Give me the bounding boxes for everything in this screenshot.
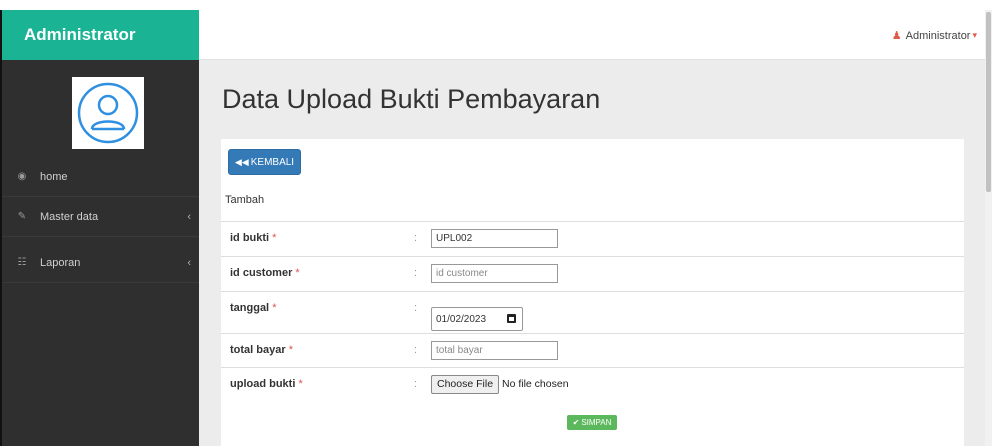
user-avatar-icon [77, 82, 139, 144]
edit-icon: ✎ [17, 211, 27, 222]
top-strip [0, 0, 992, 10]
scrollbar-thumb[interactable] [986, 12, 991, 192]
check-icon: ✔ [572, 418, 580, 427]
date-value: 01/02/2023 [436, 313, 487, 325]
save-button[interactable]: ✔ SIMPAN [567, 415, 617, 430]
field-colon: : [414, 378, 418, 390]
form-row-upload-bukti: upload bukti * : Choose File No file cho… [221, 367, 964, 407]
back-button[interactable]: ◀◀ KEMBALI [228, 149, 301, 175]
top-navbar: ♟ Administrator ▾ [199, 10, 985, 60]
sidebar-item-laporan[interactable]: ☷ Laporan ‹ [2, 243, 199, 283]
form-row-total-bayar: total bayar * : [221, 333, 964, 369]
id-bukti-input[interactable] [431, 229, 558, 248]
field-colon: : [414, 344, 418, 356]
sidebar-item-label: Laporan [40, 256, 81, 269]
calendar-icon[interactable] [507, 314, 516, 323]
form-row-id-bukti: id bukti * : [221, 221, 964, 257]
user-icon: ♟ [891, 30, 902, 42]
caret-down-icon: ▾ [972, 30, 977, 40]
dashboard-icon: ◉ [17, 171, 27, 182]
chevron-left-icon: ‹ [187, 210, 191, 223]
user-menu[interactable]: ♟ Administrator ▾ [891, 29, 977, 43]
page-title: Data Upload Bukti Pembayaran [222, 84, 601, 114]
field-label: id customer * [230, 267, 300, 279]
user-menu-label: Administrator [905, 29, 971, 42]
brand-logo[interactable]: Administrator [0, 10, 199, 60]
field-label: total bayar * [230, 344, 293, 356]
save-button-label: SIMPAN [581, 418, 612, 427]
form-panel: ◀◀ KEMBALI Tambah id bukti * : id custom… [221, 139, 964, 446]
field-colon: : [414, 232, 418, 244]
sidebar-item-home[interactable]: ◉ home [2, 157, 199, 197]
chevron-left-icon: ‹ [187, 256, 191, 269]
form-row-tanggal: tanggal * : 01/02/2023 [221, 291, 964, 333]
page-scrollbar[interactable] [985, 10, 992, 446]
field-colon: : [414, 302, 418, 314]
sidebar-item-label: Master data [40, 210, 99, 223]
field-label: tanggal * [230, 302, 277, 314]
sidebar: ◉ home ✎ Master data ‹ ☷ Laporan ‹ [0, 60, 199, 446]
sitemap-icon: ☷ [17, 257, 27, 268]
backward-icon: ◀◀ [234, 156, 249, 167]
sidebar-item-label: home [40, 170, 68, 183]
section-label: Tambah [225, 194, 265, 206]
form-row-id-customer: id customer * : [221, 256, 964, 292]
sidebar-item-master-data[interactable]: ✎ Master data ‹ [2, 197, 199, 237]
avatar [72, 77, 144, 149]
field-colon: : [414, 267, 418, 279]
id-customer-input[interactable] [431, 264, 558, 283]
total-bayar-input[interactable] [431, 341, 558, 360]
choose-file-button[interactable]: Choose File [431, 375, 500, 394]
field-label: id bukti * [230, 232, 277, 244]
file-status: No file chosen [502, 378, 569, 390]
back-button-label: KEMBALI [250, 156, 295, 168]
tanggal-date-input[interactable]: 01/02/2023 [431, 307, 523, 331]
field-label: upload bukti * [230, 378, 303, 390]
